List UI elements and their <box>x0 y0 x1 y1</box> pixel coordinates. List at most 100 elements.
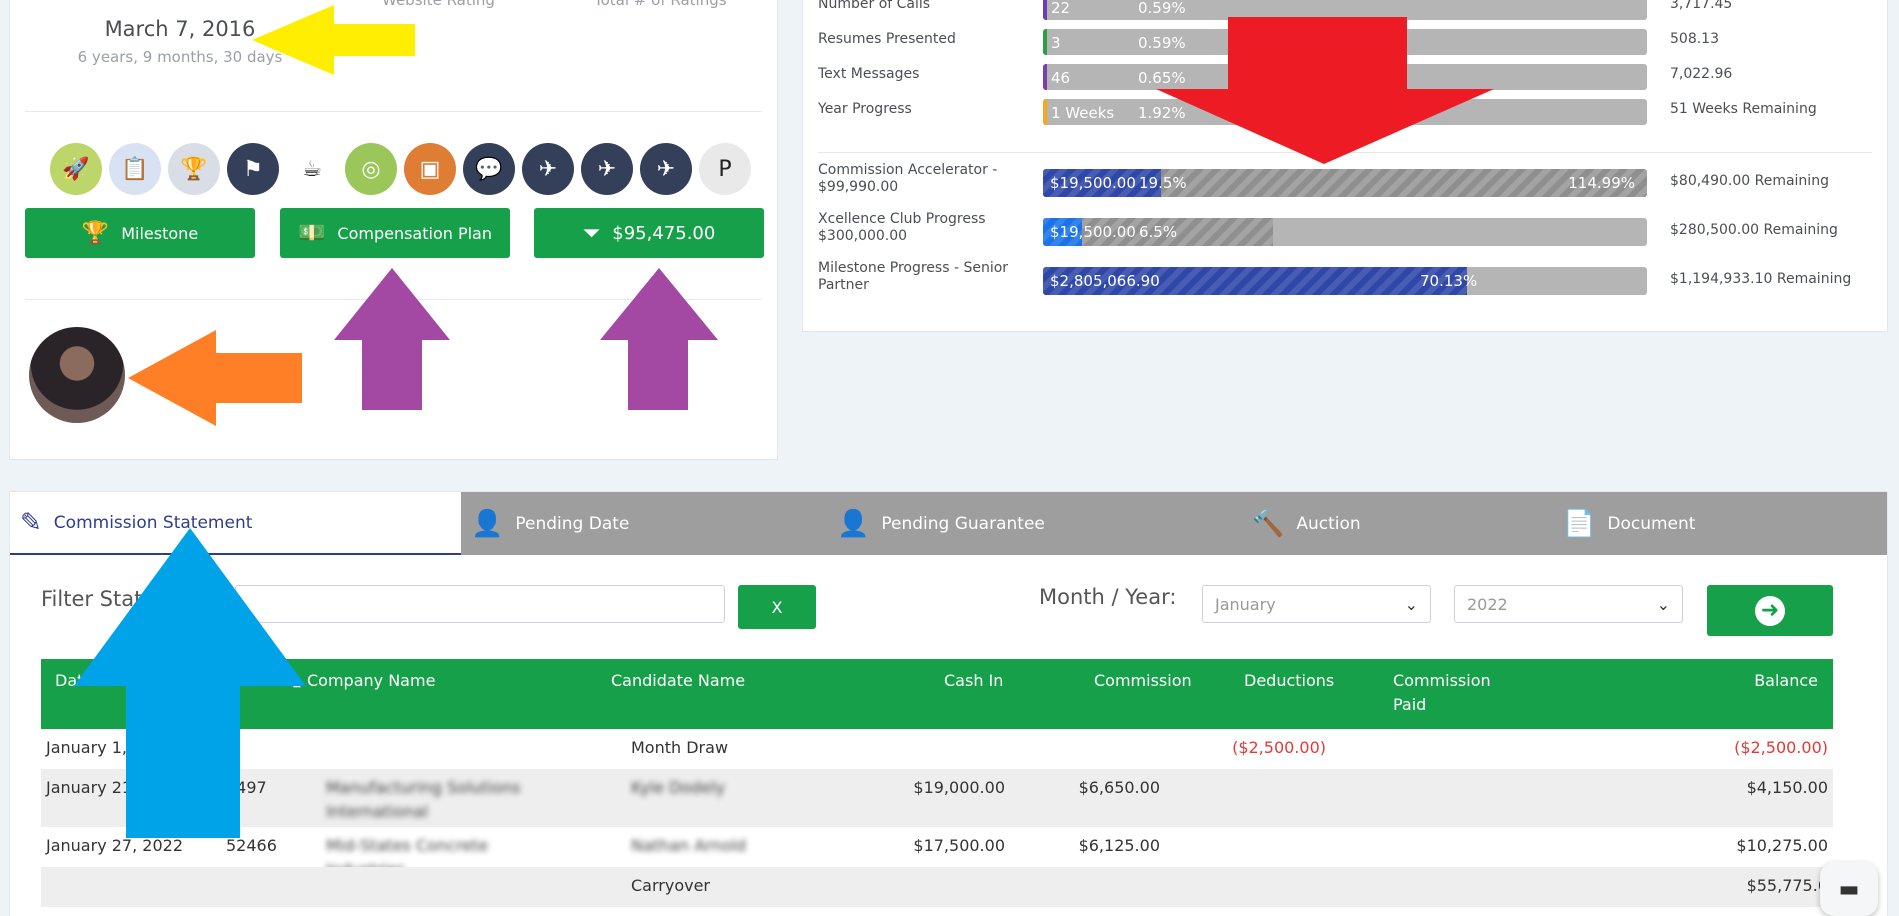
header-commission-paid[interactable]: Commission Paid <box>1393 669 1503 717</box>
clear-filter-button[interactable]: X <box>738 585 816 629</box>
goal-remaining: $80,490.00 Remaining <box>1670 173 1829 189</box>
goal-label: Milestone Progress - Senior Partner <box>818 260 1009 293</box>
header-commission[interactable]: Commission <box>1094 669 1192 693</box>
cell-balance: $4,150.00 <box>1746 778 1828 797</box>
year-select[interactable]: 2022 ⌄ <box>1454 585 1683 623</box>
header-company[interactable]: Company Name <box>307 669 435 693</box>
airplane-icon[interactable]: ✈ <box>522 143 574 195</box>
tab-label: Pending Date <box>515 513 630 534</box>
table-body: January 1, Month Draw ($2,500.00) ($2,500.0… <box>41 729 1833 907</box>
user-check-icon: 👤 <box>837 508 870 539</box>
progress-remaining: 508.13 <box>1670 31 1719 47</box>
amount-button[interactable]: ⏷ $95,475.00 <box>534 208 764 258</box>
progress-value: 46 <box>1051 69 1071 87</box>
cell-candidate: Carryover <box>631 876 710 895</box>
header-candidate[interactable]: Candidate Name <box>611 669 745 693</box>
clipboard-icon[interactable]: 📋 <box>109 143 161 195</box>
goal-bar: $2,805,066.90 70.13% <box>1043 267 1647 295</box>
progress-label: Resumes Presented <box>818 31 956 47</box>
compensation-plan-label: Compensation Plan <box>337 223 492 243</box>
trophy-icon: 🏆 <box>81 220 110 246</box>
progress-percent: 0.59% <box>1138 0 1186 17</box>
chat-bubbles-icon[interactable]: 💬 <box>463 143 515 195</box>
goal-bar: $19,500.00 19.5% 114.99% <box>1043 169 1647 197</box>
divider <box>25 111 762 112</box>
table-row[interactable]: January 1, Month Draw ($2,500.00) ($2,500.0… <box>41 729 1833 769</box>
header-cash-in[interactable]: Cash In <box>944 669 1003 693</box>
milestone-button[interactable]: 🏆 Milestone <box>25 208 255 258</box>
pdf-file-icon: 📄 <box>1563 508 1596 539</box>
month-select[interactable]: January ⌄ <box>1202 585 1431 623</box>
milestone-label: Milestone <box>121 223 199 243</box>
tab-pending-date[interactable]: 👤 Pending Date <box>471 492 629 555</box>
goal-remaining: $280,500.00 Remaining <box>1670 222 1838 238</box>
header-deductions[interactable]: Deductions <box>1244 669 1334 693</box>
tab-label: Pending Guarantee <box>881 513 1045 534</box>
month-year-label: Month / Year: <box>1039 585 1177 609</box>
tab-auction[interactable]: 🔨 Auction <box>1252 492 1361 555</box>
progress-label: Year Progress <box>818 101 912 117</box>
header-balance[interactable]: Balance <box>1754 669 1818 693</box>
gavel-icon: 🔨 <box>1252 508 1285 539</box>
table-row[interactable]: Carryover $55,775.0 <box>41 867 1833 907</box>
funnel-dollar-icon: ⏷ <box>582 220 601 246</box>
trophy-icon[interactable]: 🏆 <box>168 143 220 195</box>
cell-commission: $6,650.00 <box>1078 778 1160 797</box>
cell-balance: ($2,500.00) <box>1734 738 1828 757</box>
purple-arrow <box>600 268 718 410</box>
chat-button[interactable]: ▬ <box>1820 862 1878 916</box>
tab-document[interactable]: 📄 Document <box>1563 492 1695 555</box>
go-button[interactable]: ➜ <box>1707 585 1833 636</box>
progress-label: Text Messages <box>818 66 920 82</box>
goal-percent: 6.5% <box>1139 223 1178 241</box>
airplane-icon[interactable]: ✈ <box>581 143 633 195</box>
year-value: 2022 <box>1467 594 1508 614</box>
rocket-icon[interactable]: 🚀 <box>50 143 102 195</box>
cell-balance: $55,775.0 <box>1746 876 1828 895</box>
goal-label: Commission Accelerator - $99,990.00 <box>818 162 998 195</box>
flag-icon[interactable]: ⚑ <box>227 143 279 195</box>
filter-input[interactable] <box>235 585 725 623</box>
commission-table: Dat Company Name Candidate Name Cash In … <box>41 659 1833 907</box>
progress-label: Number of Calls <box>818 0 931 12</box>
progress-fill <box>1043 0 1047 20</box>
goal-remaining: $1,194,933.10 Remaining <box>1670 271 1852 287</box>
red-arrow <box>1156 17 1494 164</box>
progress-value: 1 Weeks <box>1051 104 1115 122</box>
coffee-maker-icon[interactable]: ☕ <box>286 143 338 195</box>
table-row[interactable]: January 27, 2022 52466 Mid-States Concrete… <box>41 827 1833 879</box>
progress-value: 3 <box>1051 34 1061 52</box>
orange-arrow <box>128 330 302 426</box>
arrow-right-icon: ➜ <box>1755 595 1785 626</box>
goal-percent: 19.5% <box>1139 174 1187 192</box>
cell-cash-in: $17,500.00 <box>913 836 1005 855</box>
passport-icon[interactable]: ▣ <box>404 143 456 195</box>
blue-arrow <box>74 528 306 838</box>
goal-label: Xcellence Club Progress $300,000.00 <box>818 211 986 244</box>
progress-remaining: 51 Weeks Remaining <box>1670 101 1817 117</box>
goal-value: $19,500.00 <box>1050 223 1136 241</box>
chevron-down-icon: ⌄ <box>1404 594 1418 614</box>
cell-cash-in: $19,000.00 <box>913 778 1005 797</box>
progress-remaining: 7,022.96 <box>1670 66 1733 82</box>
cell-deductions: ($2,500.00) <box>1232 738 1326 757</box>
yellow-arrow <box>252 5 415 75</box>
cell-candidate: Month Draw <box>631 738 729 757</box>
cell-company: Manufacturing Solutions International <box>326 778 521 821</box>
month-value: January <box>1215 594 1276 614</box>
table-row[interactable]: January 21 2497 Manufacturing Solutions In… <box>41 769 1833 827</box>
progress-remaining: 3,717.45 <box>1670 0 1733 12</box>
airplane-icon[interactable]: ✈ <box>640 143 692 195</box>
money-icon: 💵 <box>297 220 326 246</box>
target-icon[interactable]: ◎ <box>345 143 397 195</box>
amount-label: $95,475.00 <box>612 222 716 244</box>
letter-p-icon[interactable]: P <box>699 143 751 195</box>
cell-candidate: Kyle Dodely <box>631 778 726 797</box>
goal-percent: 70.13% <box>1420 272 1478 290</box>
purple-arrow <box>334 268 450 410</box>
compensation-plan-button[interactable]: 💵 Compensation Plan <box>280 208 510 258</box>
avatar[interactable] <box>29 327 125 423</box>
goal-value: $19,500.00 <box>1050 174 1136 192</box>
user-clock-icon: 👤 <box>471 508 504 539</box>
tab-pending-guarantee[interactable]: 👤 Pending Guarantee <box>837 492 1045 555</box>
